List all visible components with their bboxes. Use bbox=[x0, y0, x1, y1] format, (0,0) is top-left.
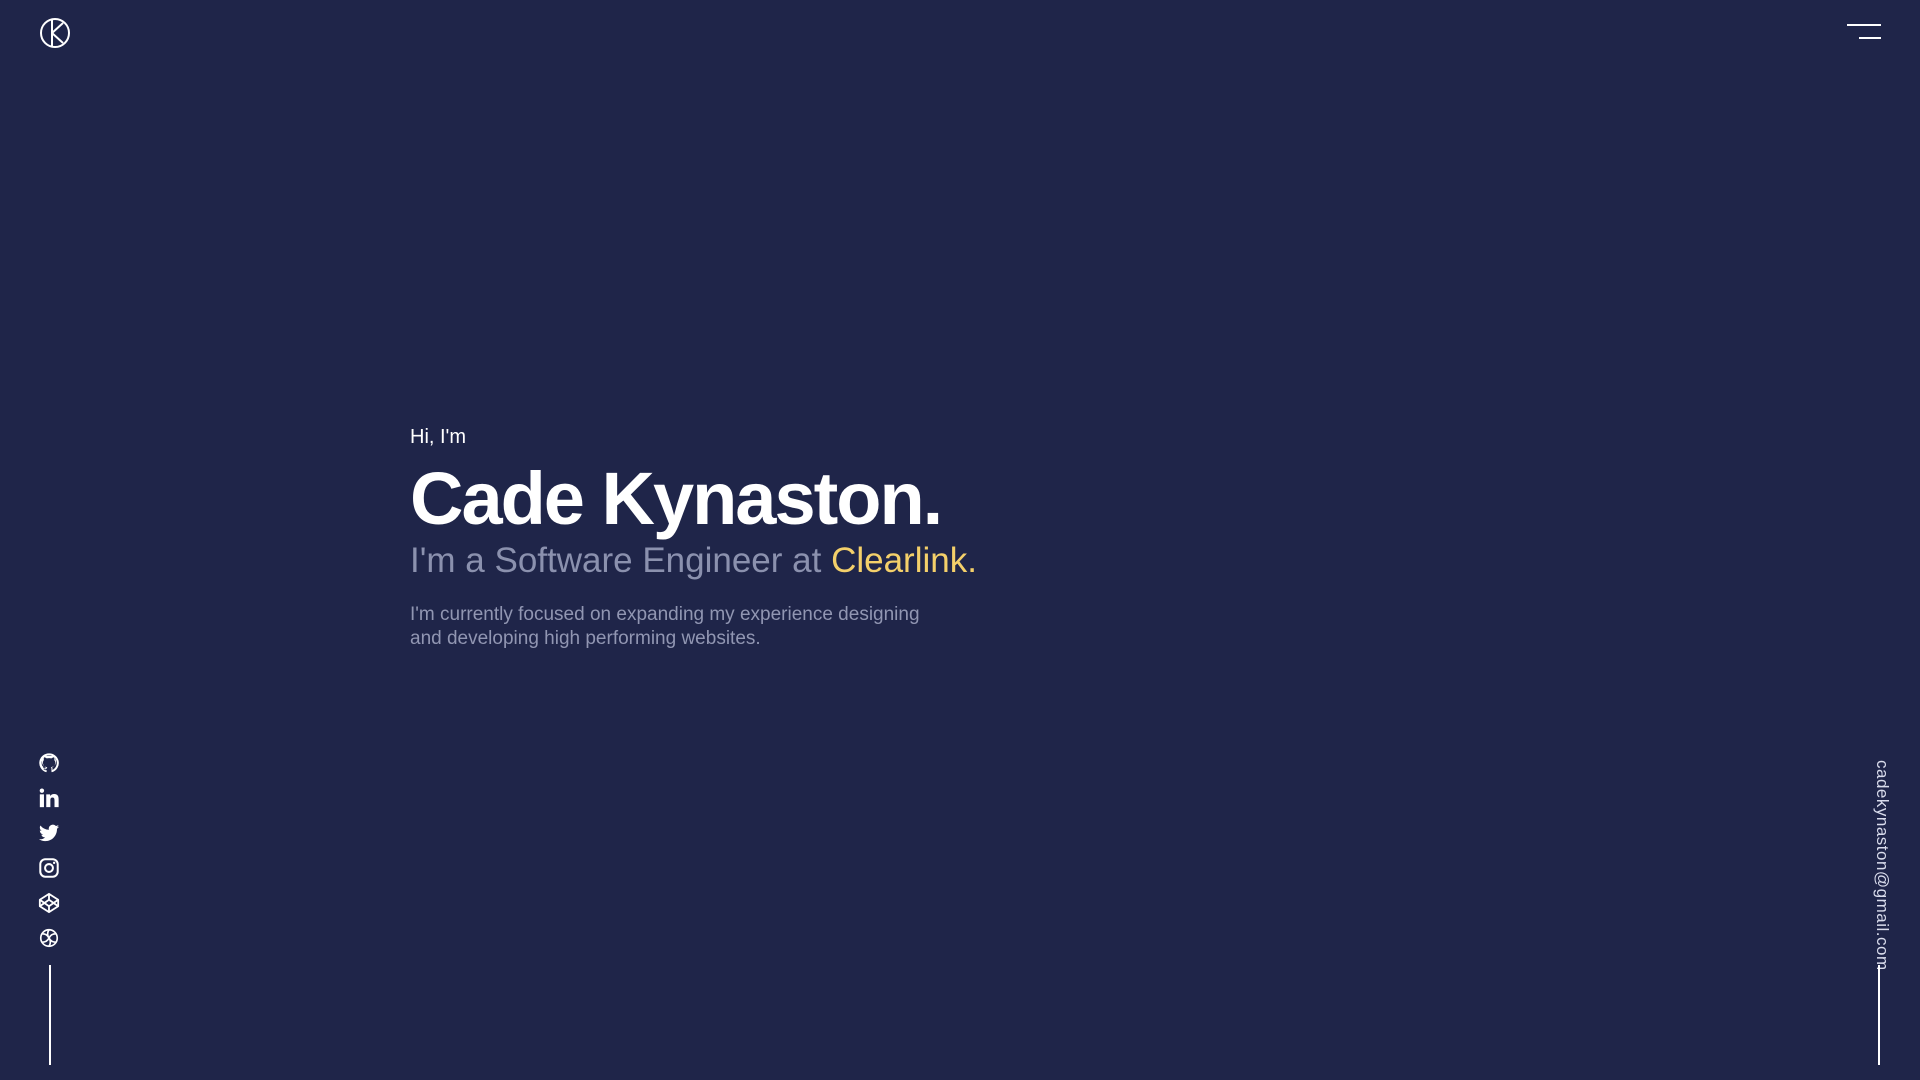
menu-bar-top bbox=[1847, 24, 1881, 26]
hero-role: I'm a Software Engineer at Clearlink. bbox=[410, 539, 1510, 583]
instagram-icon[interactable] bbox=[38, 857, 60, 879]
hero-role-prefix: I'm a Software Engineer at bbox=[410, 541, 832, 580]
email-link[interactable]: cadekynaston@gmail.com bbox=[1872, 760, 1892, 971]
right-divider-line bbox=[1878, 965, 1880, 1065]
github-icon[interactable] bbox=[38, 752, 60, 774]
menu-bar-bottom bbox=[1859, 37, 1881, 39]
hamburger-menu-icon[interactable] bbox=[1847, 21, 1881, 45]
hero-description: I'm currently focused on expanding my ex… bbox=[410, 604, 920, 649]
openai-icon[interactable] bbox=[38, 927, 60, 949]
hero-greeting: Hi, I'm bbox=[410, 426, 467, 448]
left-divider-line bbox=[49, 965, 51, 1065]
twitter-icon[interactable] bbox=[38, 822, 60, 844]
social-links bbox=[38, 752, 62, 962]
page: Hi, I'm Cade Kynaston. I'm a Software En… bbox=[0, 0, 1920, 1080]
ck-logo-icon[interactable] bbox=[39, 17, 71, 49]
hero-section: Hi, I'm Cade Kynaston. I'm a Software En… bbox=[410, 425, 1510, 651]
codepen-icon[interactable] bbox=[38, 892, 60, 914]
company-link[interactable]: Clearlink. bbox=[831, 541, 977, 580]
linkedin-icon[interactable] bbox=[38, 787, 60, 809]
hero-name: Cade Kynaston. bbox=[410, 457, 943, 540]
